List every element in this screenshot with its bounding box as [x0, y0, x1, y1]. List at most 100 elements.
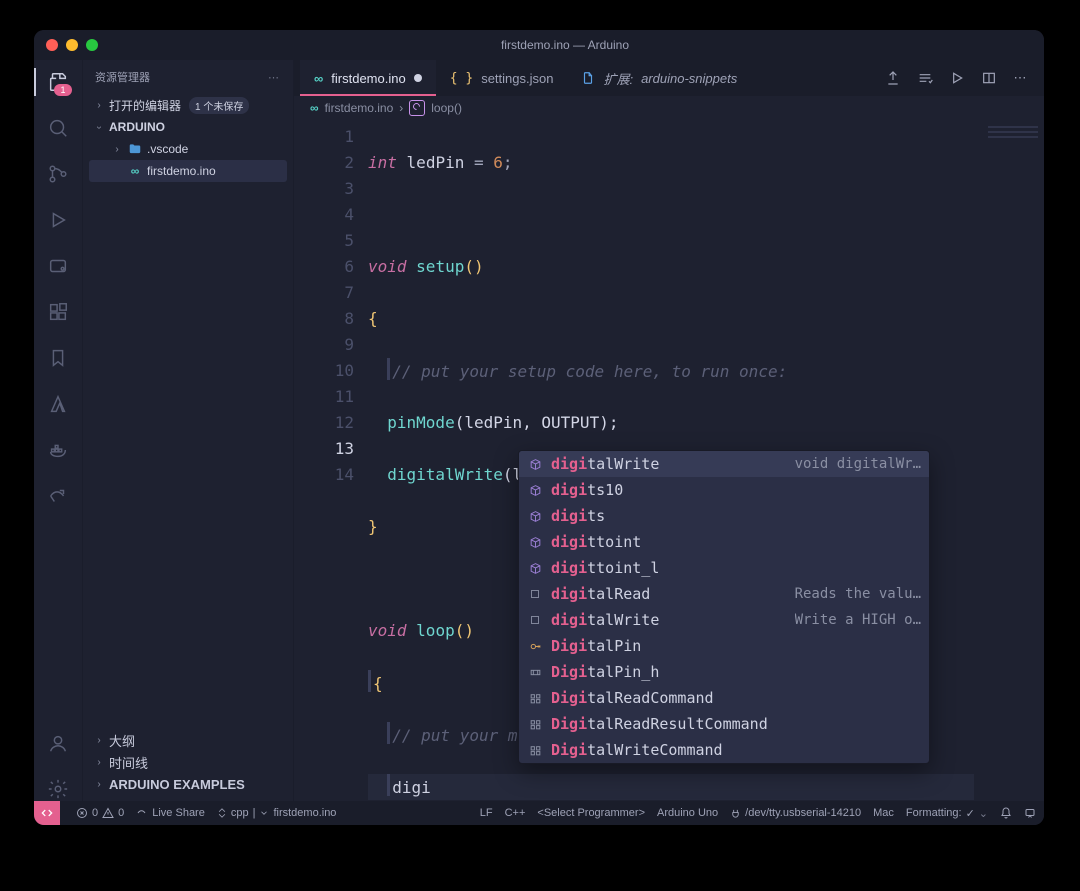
autocomplete-item[interactable]: digitalWrite void digitalWr… [519, 451, 929, 477]
tab-firstdemo[interactable]: ∞ firstdemo.ino [300, 60, 436, 96]
project-root[interactable]: › ARDUINO [89, 116, 287, 138]
arduino-file-icon: ∞ [310, 101, 319, 115]
more-icon[interactable]: ⋯ [1012, 69, 1030, 87]
code-area[interactable]: int ledPin = 6; void setup() { // put yo… [368, 120, 974, 801]
sidebar-header: 资源管理器 ⋯ [83, 60, 293, 94]
autocomplete-item[interactable]: DigitalPin [519, 633, 929, 659]
status-port[interactable]: /dev/tty.usbserial-14210 [730, 807, 861, 819]
open-editors-section[interactable]: › 打开的编辑器 1 个未保存 [89, 94, 287, 116]
workbench: 1 [34, 60, 1044, 801]
outline-section[interactable]: › 大纲 [83, 729, 293, 751]
vscode-window: firstdemo.ino — Arduino 1 [34, 30, 1044, 825]
autocomplete-label: DigitalReadCommand [551, 685, 921, 711]
chevron-down-icon: ⌄ [979, 807, 988, 820]
tab-label: settings.json [481, 71, 553, 86]
maximize-window-button[interactable] [86, 39, 98, 51]
tab-label-prefix: 扩展: [603, 69, 633, 88]
more-icon[interactable]: ⋯ [268, 71, 281, 84]
autocomplete-label: DigitalPin [551, 633, 921, 659]
bookmark-icon[interactable] [46, 346, 70, 370]
autocomplete-item[interactable]: DigitalReadCommand [519, 685, 929, 711]
autocomplete-label: digits [551, 503, 921, 529]
status-os[interactable]: Mac [873, 807, 894, 819]
folder-vscode[interactable]: › .vscode [89, 138, 287, 160]
autocomplete-item[interactable]: digitalWrite Write a HIGH o… [519, 607, 929, 633]
explorer-badge: 1 [54, 84, 72, 96]
kind-icon [527, 664, 543, 680]
autocomplete-item[interactable]: digits10 [519, 477, 929, 503]
explorer-icon[interactable]: 1 [46, 70, 70, 94]
autocomplete-item[interactable]: digits [519, 503, 929, 529]
split-editor-icon[interactable] [980, 69, 998, 87]
account-icon[interactable] [46, 731, 70, 755]
kind-icon [527, 690, 543, 706]
editor-main: ∞ firstdemo.ino { } settings.json 扩展: ar… [294, 60, 1044, 801]
autocomplete-hint: Write a HIGH o… [795, 607, 921, 633]
docker-icon[interactable] [46, 438, 70, 462]
run-debug-icon[interactable] [46, 208, 70, 232]
window-title: firstdemo.ino — Arduino [98, 38, 1032, 52]
status-notifications-icon[interactable] [1000, 807, 1012, 819]
autocomplete-label: digitalWrite [551, 607, 787, 633]
status-board[interactable]: Arduino Uno [657, 807, 718, 819]
status-formatting[interactable]: Formatting: ✓ ⌄ [906, 807, 988, 820]
liveshare-icon[interactable] [46, 484, 70, 508]
remote-indicator-icon[interactable] [34, 801, 60, 825]
chevron-right-icon: › [399, 101, 403, 115]
search-icon[interactable] [46, 116, 70, 140]
extensions-icon[interactable] [46, 300, 70, 324]
editor[interactable]: 1234567 891011121314 int ledPin = 6; voi… [294, 120, 1044, 801]
minimize-window-button[interactable] [66, 39, 78, 51]
unsaved-badge: 1 个未保存 [189, 97, 249, 114]
upload-icon[interactable] [884, 69, 902, 87]
sidebar-bottom: › 大纲 › 时间线 › ARDUINO EXAMPLES [83, 725, 293, 801]
arduino-file-icon: ∞ [314, 71, 323, 86]
verify-icon[interactable] [916, 69, 934, 87]
kind-icon [527, 638, 543, 654]
status-lang-select[interactable]: cpp | firstdemo.ino [217, 807, 337, 819]
autocomplete-item[interactable]: DigitalPin_h [519, 659, 929, 685]
autocomplete-item[interactable]: digitalReadReads the valu… [519, 581, 929, 607]
project-name: ARDUINO [109, 120, 165, 134]
autocomplete-label: digitalWrite [551, 451, 787, 477]
status-bar: 0 0 Live Share cpp | firstdemo.ino LF C+… [34, 801, 1044, 825]
file-firstdemo[interactable]: ∞ firstdemo.ino [89, 160, 287, 182]
status-problems[interactable]: 0 0 [76, 807, 124, 819]
status-eol[interactable]: LF [480, 807, 493, 819]
autocomplete-item[interactable]: digittoint_l [519, 555, 929, 581]
source-control-icon[interactable] [46, 162, 70, 186]
status-language[interactable]: C++ [505, 807, 526, 819]
crumb-function: loop() [431, 101, 462, 115]
tab-settings[interactable]: { } settings.json [436, 60, 568, 96]
arduino-examples-section[interactable]: › ARDUINO EXAMPLES [83, 773, 293, 795]
kind-icon [527, 612, 543, 628]
autocomplete-label: digittoint [551, 529, 921, 555]
autocomplete-popup[interactable]: digitalWritevoid digitalWr…digits10digit… [518, 450, 930, 764]
breadcrumb[interactable]: ∞ firstdemo.ino › loop() [294, 96, 1044, 120]
azure-icon[interactable] [46, 392, 70, 416]
autocomplete-item[interactable]: DigitalWriteCommand [519, 737, 929, 763]
status-feedback-icon[interactable] [1024, 807, 1036, 819]
tab-extension[interactable]: 扩展: arduino-snippets [567, 60, 751, 96]
kind-icon [527, 534, 543, 550]
chevron-right-icon: › [93, 735, 105, 746]
status-liveshare[interactable]: Live Share [136, 807, 205, 819]
kind-icon [527, 716, 543, 732]
autocomplete-hint: void digitalWr… [795, 451, 921, 477]
minimap[interactable] [974, 120, 1044, 801]
settings-gear-icon[interactable] [46, 777, 70, 801]
autocomplete-label: DigitalWriteCommand [551, 737, 921, 763]
run-icon[interactable] [948, 69, 966, 87]
kind-icon [527, 456, 543, 472]
timeline-section[interactable]: › 时间线 [83, 751, 293, 773]
remote-icon[interactable] [46, 254, 70, 278]
chevron-right-icon: › [93, 100, 105, 111]
minimap-viewport [988, 126, 1038, 162]
file-label: firstdemo.ino [147, 164, 216, 178]
status-programmer[interactable]: <Select Programmer> [537, 807, 645, 819]
autocomplete-label: digitalRead [551, 581, 787, 607]
autocomplete-item[interactable]: digittoint [519, 529, 929, 555]
close-window-button[interactable] [46, 39, 58, 51]
autocomplete-item[interactable]: DigitalReadResultCommand [519, 711, 929, 737]
chevron-right-icon: › [93, 757, 105, 768]
